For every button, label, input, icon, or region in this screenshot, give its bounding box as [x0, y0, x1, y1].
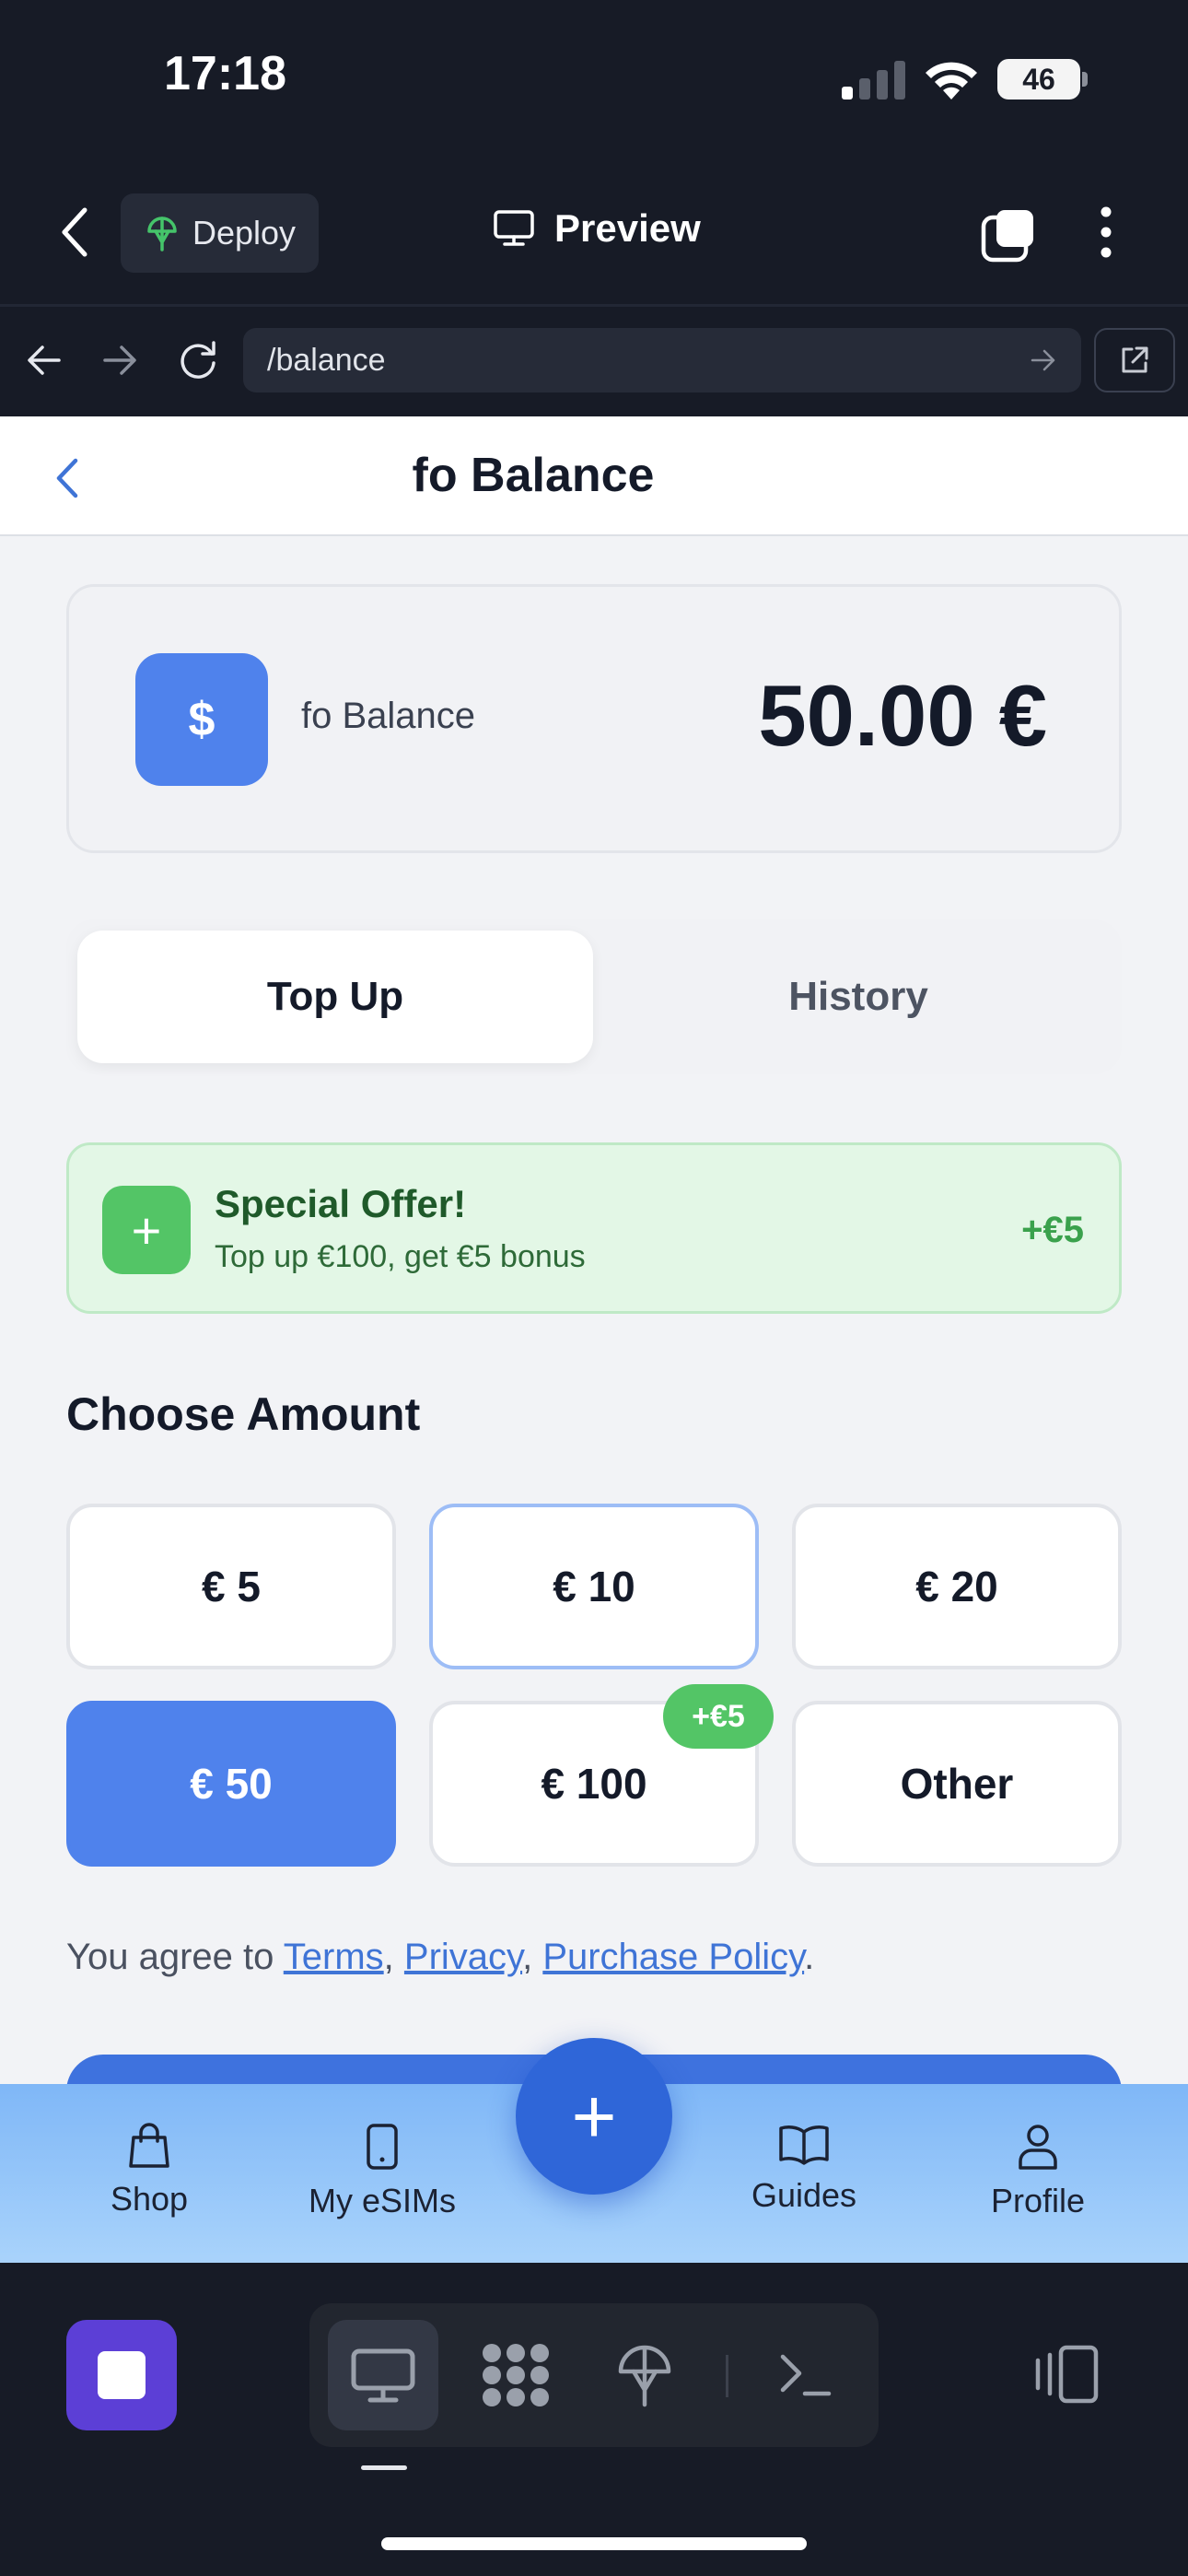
- ide-toolbar-group: [309, 2303, 879, 2447]
- open-external-button[interactable]: [1094, 328, 1175, 392]
- deploy-icon: [147, 217, 177, 252]
- battery-cap: [1082, 72, 1088, 87]
- url-go-arrow-icon[interactable]: [1030, 346, 1057, 374]
- back-chevron-icon[interactable]: [57, 205, 94, 260]
- tab-guides[interactable]: Guides: [712, 2123, 896, 2215]
- agreement-sep-1: ,: [383, 1937, 404, 1977]
- choose-amount-title: Choose Amount: [66, 1388, 421, 1440]
- url-text: /balance: [267, 342, 386, 378]
- preview-label: Preview: [554, 206, 701, 250]
- book-icon: [779, 2125, 829, 2165]
- terminal-icon[interactable]: [777, 2349, 833, 2401]
- agreement-sep-2: ,: [522, 1937, 543, 1977]
- toolbar-divider: [726, 2355, 728, 2397]
- balance-amount: 50.00 €: [758, 667, 1047, 764]
- monitor-icon: [494, 210, 534, 246]
- deploy-tool-icon[interactable]: [617, 2344, 672, 2408]
- amount-option-50[interactable]: € 50: [66, 1701, 396, 1867]
- page-header: fo Balance: [0, 416, 1188, 536]
- web-content: fo Balance $ fo Balance 50.00 € Top Up H…: [0, 416, 1188, 2084]
- external-link-icon: [1122, 346, 1148, 373]
- purchase-policy-link[interactable]: Purchase Policy: [542, 1937, 804, 1977]
- tab-profile-label: Profile: [990, 2182, 1086, 2219]
- tab-my-esims[interactable]: My eSIMs: [290, 2123, 474, 2220]
- tab-top-up[interactable]: Top Up: [77, 931, 593, 1063]
- tabs-switcher-icon[interactable]: [980, 206, 1039, 263]
- segmented-control: Top Up History: [66, 919, 1122, 1074]
- signal-icon: [842, 61, 905, 100]
- bonus-badge: +€5: [663, 1684, 774, 1749]
- tab-profile[interactable]: Profile: [946, 2123, 1130, 2220]
- wifi-icon: [926, 62, 977, 100]
- page-title: fo Balance: [412, 449, 655, 502]
- tab-shop[interactable]: Shop: [57, 2123, 241, 2219]
- shopping-bag-icon: [129, 2123, 169, 2168]
- offer-subtitle: Top up €100, get €5 bonus: [215, 1239, 586, 1274]
- phone-icon: [367, 2124, 398, 2170]
- reload-icon[interactable]: [177, 339, 219, 381]
- battery-indicator: 46: [997, 59, 1080, 100]
- offer-plus-icon: +: [102, 1186, 191, 1274]
- tab-my-esims-label: My eSIMs: [308, 2182, 456, 2219]
- person-icon: [1019, 2125, 1057, 2170]
- privacy-link[interactable]: Privacy: [404, 1937, 522, 1977]
- amount-option-5[interactable]: € 5: [66, 1504, 396, 1669]
- status-time: 17:18: [164, 47, 286, 100]
- balance-card: $ fo Balance 50.00 €: [66, 584, 1122, 853]
- home-indicator: [381, 2537, 807, 2550]
- tab-guides-label: Guides: [751, 2176, 857, 2214]
- amount-option-20[interactable]: € 20: [792, 1504, 1122, 1669]
- active-tool-indicator: [361, 2465, 407, 2470]
- amount-option-other[interactable]: Other: [792, 1701, 1122, 1867]
- amount-option-10[interactable]: € 10: [429, 1504, 759, 1669]
- browser-back-icon[interactable]: [26, 343, 63, 378]
- url-bar[interactable]: /balance: [243, 328, 1081, 392]
- offer-bonus: +€5: [1021, 1210, 1084, 1250]
- agreement-suffix: .: [804, 1937, 815, 1977]
- desktop-preview-icon[interactable]: [350, 2348, 416, 2405]
- stop-icon: [98, 2351, 146, 2399]
- balance-label: fo Balance: [301, 696, 476, 736]
- agreement-text: You agree to Terms, Privacy, Purchase Po…: [66, 1937, 814, 1978]
- device-toggle-icon[interactable]: [1033, 2344, 1100, 2405]
- preview-title[interactable]: Preview: [494, 206, 701, 251]
- stop-button[interactable]: [66, 2320, 177, 2430]
- deploy-button[interactable]: Deploy: [121, 193, 319, 273]
- browser-forward-icon[interactable]: [101, 343, 138, 378]
- offer-title: Special Offer!: [215, 1182, 467, 1225]
- dollar-icon: $: [135, 653, 268, 786]
- workflow-icon[interactable]: [481, 2342, 551, 2408]
- special-offer-banner[interactable]: + Special Offer! Top up €100, get €5 bon…: [66, 1142, 1122, 1314]
- deploy-label: Deploy: [192, 214, 297, 252]
- more-menu-icon[interactable]: [1092, 205, 1120, 260]
- tab-shop-label: Shop: [110, 2180, 189, 2218]
- topbar-divider: [0, 304, 1188, 307]
- tab-history[interactable]: History: [606, 931, 1111, 1063]
- terms-link[interactable]: Terms: [284, 1937, 384, 1977]
- agreement-prefix: You agree to: [66, 1937, 284, 1977]
- add-fab-button[interactable]: +: [516, 2038, 672, 2195]
